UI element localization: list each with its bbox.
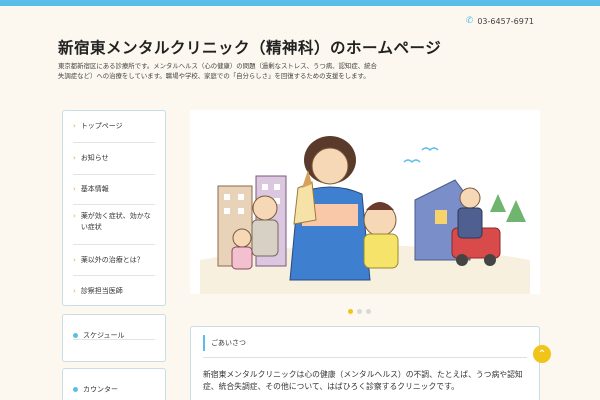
slider-pagination: [348, 309, 371, 314]
top-accent-bar: [0, 0, 600, 6]
greeting-text: 新宿東メンタルクリニックは心の健康（メンタルヘルス）の不調、たとえば、うつ病や認…: [203, 370, 523, 392]
slide-dot-1[interactable]: [348, 309, 353, 314]
greeting-section: ごあいさつ 新宿東メンタルクリニックは心の健康（メンタルヘルス）の不調、たとえば…: [190, 326, 540, 400]
nav-item-top[interactable]: › トップページ: [73, 111, 155, 143]
chevron-right-icon: ›: [73, 154, 76, 162]
slide-dot-3[interactable]: [366, 309, 371, 314]
nav-item-label: 基本情報: [80, 185, 109, 193]
phone-icon: ✆: [465, 16, 474, 26]
nav-item-info[interactable]: › 基本情報: [73, 175, 155, 205]
nav-item-label: 薬が効く症状、効かない症状: [80, 212, 151, 231]
counter-heading: カウンター: [83, 385, 118, 394]
schedule-widget: スケジュール: [62, 314, 166, 362]
nav-item-label: トップページ: [80, 122, 123, 130]
nav-item-treatment[interactable]: › 薬以外の治療とは？: [73, 245, 155, 276]
header-phone[interactable]: ✆ 03-6457-6971: [466, 16, 534, 26]
chevron-right-icon: ›: [73, 122, 76, 130]
divider: [73, 339, 155, 340]
counter-widget: カウンター: [62, 368, 166, 400]
chevron-right-icon: ›: [73, 287, 76, 295]
bullet-icon: [73, 387, 78, 392]
back-to-top-button[interactable]: ⌃: [533, 345, 551, 363]
phone-number: 03-6457-6971: [477, 16, 534, 26]
main-nav: › トップページ › お知らせ › 基本情報 › 薬が効く症状、効かない症状 ›…: [62, 110, 166, 306]
greeting-heading: ごあいさつ: [203, 335, 246, 351]
site-title[interactable]: 新宿東メンタルクリニック（精神科）のホームページ: [58, 36, 441, 58]
chevron-right-icon: ›: [73, 185, 76, 193]
nav-item-label: 診察担当医師: [80, 287, 123, 295]
chevron-right-icon: ›: [73, 256, 76, 264]
divider: [203, 357, 527, 358]
hero-illustration[interactable]: [190, 110, 540, 294]
nav-item-doctors[interactable]: › 診察担当医師: [73, 276, 155, 306]
bullet-icon: [73, 333, 78, 338]
family-illustration: [190, 110, 540, 294]
slide-dot-2[interactable]: [357, 309, 362, 314]
nav-item-label: お知らせ: [80, 154, 109, 162]
nav-item-label: 薬以外の治療とは？: [80, 256, 144, 264]
nav-item-symptoms[interactable]: › 薬が効く症状、効かない症状: [73, 205, 155, 245]
chevron-up-icon: ⌃: [537, 348, 547, 360]
chevron-right-icon: ›: [73, 212, 76, 220]
nav-item-news[interactable]: › お知らせ: [73, 143, 155, 175]
site-description: 東京都新宿区にある診療所です。メンタルヘルス（心の健康）の問題（過剰なストレス、…: [58, 62, 377, 80]
